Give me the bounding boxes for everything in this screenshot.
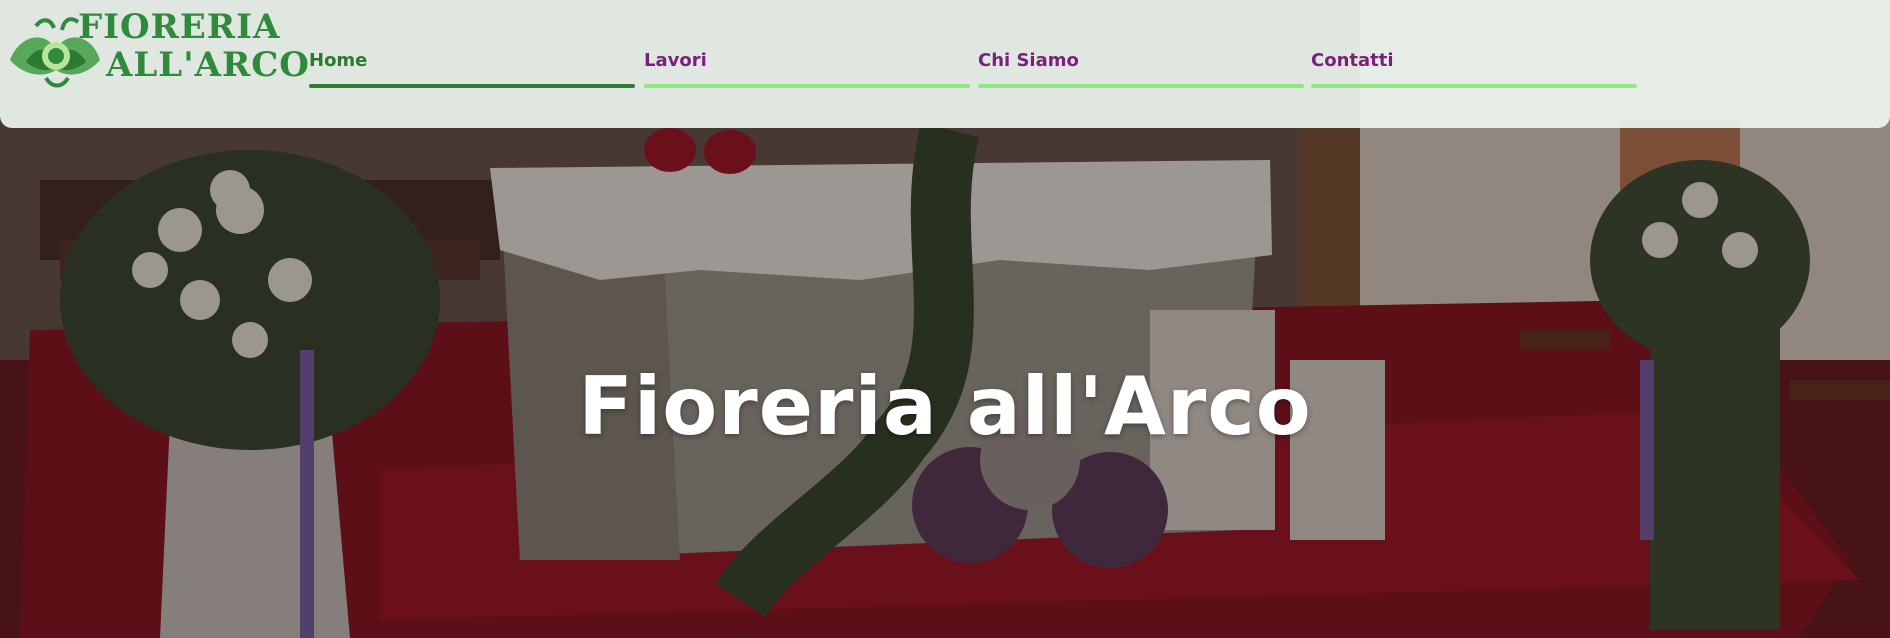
nav-underline bbox=[1311, 84, 1637, 88]
nav-underline bbox=[644, 84, 970, 88]
nav-item-lavori[interactable]: Lavori bbox=[644, 50, 970, 90]
nav-item-label: Contatti bbox=[1311, 50, 1394, 71]
logo-wordmark: FIORERIA ALL'ARCO bbox=[78, 10, 310, 82]
nav-underline bbox=[978, 84, 1304, 88]
logo-line-2: ALL'ARCO bbox=[106, 45, 310, 85]
nav-item-label: Home bbox=[309, 50, 368, 71]
page: Fioreria all'Arco FIORERIA ALL'ARCO Home bbox=[0, 0, 1890, 638]
nav-underline-active bbox=[309, 84, 635, 88]
nav-item-label: Lavori bbox=[644, 50, 707, 71]
logo-line-1: FIORERIA bbox=[78, 7, 281, 47]
hero-title: Fioreria all'Arco bbox=[578, 360, 1312, 453]
nav-item-label: Chi Siamo bbox=[978, 50, 1079, 71]
nav-item-home[interactable]: Home bbox=[309, 50, 635, 90]
nav-item-chi-siamo[interactable]: Chi Siamo bbox=[978, 50, 1304, 90]
site-logo[interactable]: FIORERIA ALL'ARCO bbox=[6, 8, 309, 88]
site-header: FIORERIA ALL'ARCO Home Lavori Chi Siamo … bbox=[0, 0, 1890, 128]
nav-item-contatti[interactable]: Contatti bbox=[1311, 50, 1637, 90]
